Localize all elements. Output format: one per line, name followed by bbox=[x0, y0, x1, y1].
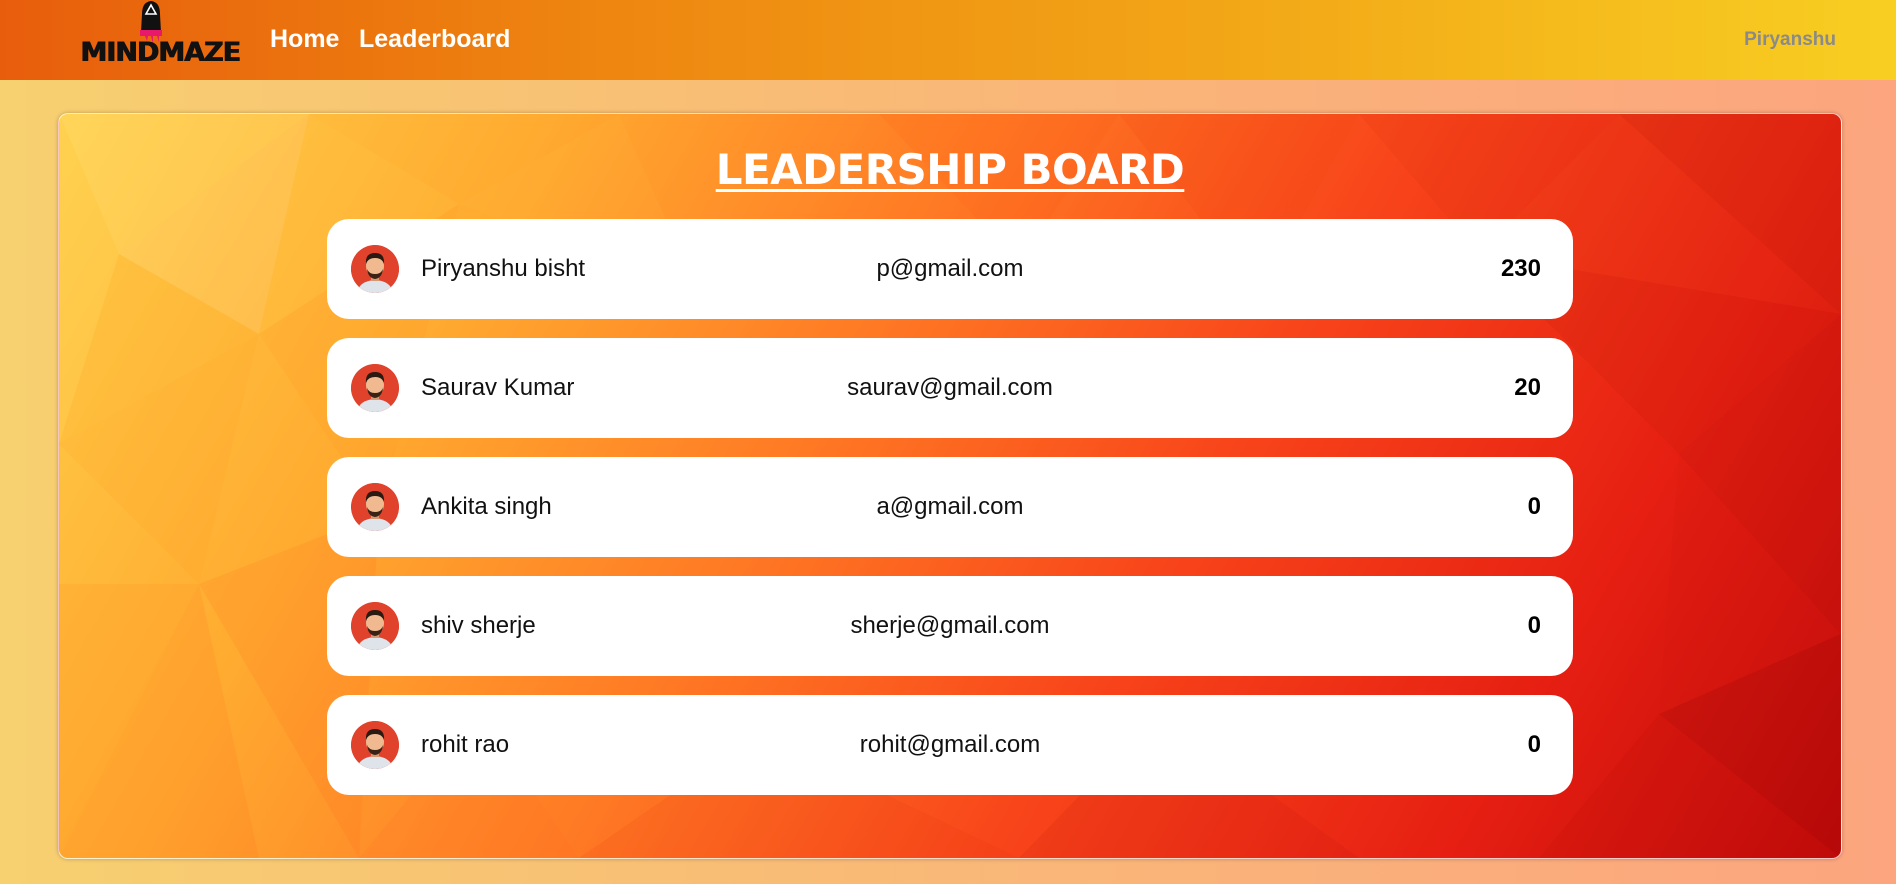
player-score: 0 bbox=[1527, 731, 1541, 758]
top-navbar: MINDMAZE Home Leaderboard Piryanshu bbox=[0, 0, 1896, 80]
leaderboard-list: Piryanshu bisht p@gmail.com 230 Saurav K… bbox=[327, 219, 1573, 814]
leaderboard-row[interactable]: Piryanshu bisht p@gmail.com 230 bbox=[327, 219, 1573, 319]
leaderboard-row[interactable]: Ankita singh a@gmail.com 0 bbox=[327, 457, 1573, 557]
logo-wordmark: MINDMAZE bbox=[80, 37, 241, 68]
player-email: saurav@gmail.com bbox=[847, 374, 1053, 401]
player-email: p@gmail.com bbox=[876, 255, 1024, 282]
player-score: 20 bbox=[1514, 374, 1541, 401]
player-score: 0 bbox=[1527, 612, 1541, 639]
leaderboard-row[interactable]: rohit rao rohit@gmail.com 0 bbox=[327, 695, 1573, 795]
nav-link-home[interactable]: Home bbox=[270, 24, 339, 54]
player-email: sherje@gmail.com bbox=[850, 612, 1050, 639]
leaderboard-card: LEADERSHIP BOARD Piryanshu bisht p@gmail… bbox=[58, 113, 1842, 859]
player-score: 230 bbox=[1500, 255, 1541, 282]
leaderboard-row[interactable]: shiv sherje sherje@gmail.com 0 bbox=[327, 576, 1573, 676]
player-score: 0 bbox=[1527, 493, 1541, 520]
player-email: rohit@gmail.com bbox=[859, 731, 1041, 758]
board-title: LEADERSHIP BOARD bbox=[715, 145, 1185, 194]
mindmaze-logo[interactable]: MINDMAZE bbox=[78, 0, 241, 80]
nav-user-name[interactable]: Piryanshu bbox=[1744, 29, 1836, 51]
player-email: a@gmail.com bbox=[876, 493, 1024, 520]
nav-link-leaderboard[interactable]: Leaderboard bbox=[359, 24, 510, 54]
leaderboard-row[interactable]: Saurav Kumar saurav@gmail.com 20 bbox=[327, 338, 1573, 438]
